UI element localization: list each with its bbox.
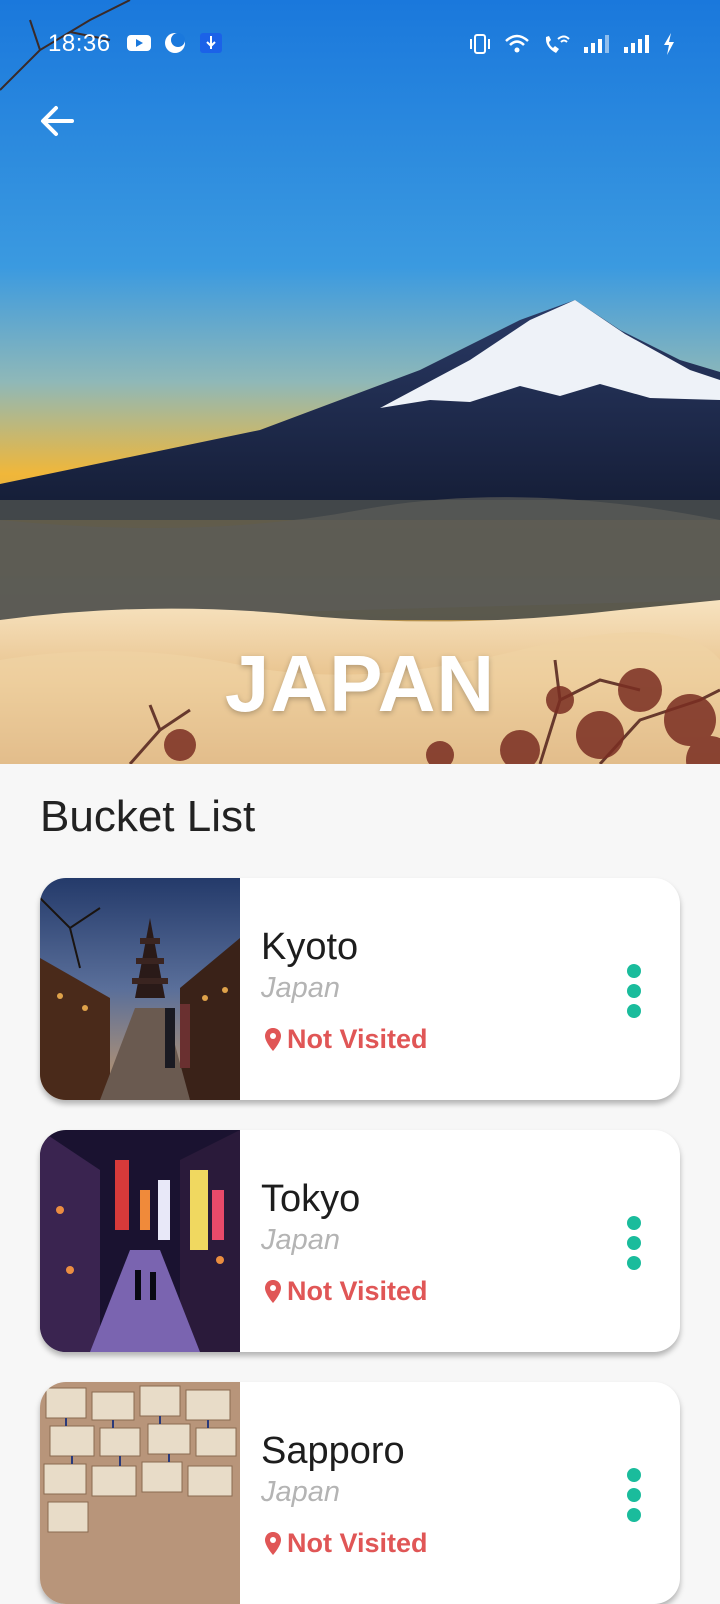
bucket-list-card[interactable]: Sapporo Japan Not Visited [40, 1382, 680, 1604]
charging-icon [664, 33, 674, 55]
card-status: Not Visited [263, 1528, 428, 1559]
usb-icon [200, 33, 222, 53]
more-options-button[interactable] [622, 1216, 646, 1270]
card-country: Japan [261, 972, 341, 1004]
more-options-button[interactable] [622, 1468, 646, 1522]
card-status: Not Visited [263, 1276, 428, 1307]
status-bar: 18:36 [0, 0, 720, 88]
status-right-icons [468, 32, 676, 56]
card-status: Not Visited [263, 1024, 428, 1055]
youtube-icon [127, 35, 151, 51]
signal-icon [624, 35, 649, 53]
card-city: Tokyo [261, 1178, 361, 1220]
status-time: 18:36 [48, 30, 111, 57]
location-pin-icon [265, 1531, 281, 1555]
bucket-list-card[interactable]: Tokyo Japan Not Visited [40, 1130, 680, 1352]
kyoto-photo [40, 878, 240, 1100]
more-options-button[interactable] [622, 964, 646, 1018]
card-city: Sapporo [261, 1430, 405, 1472]
card-country: Japan [261, 1476, 341, 1508]
sapporo-photo [40, 1382, 240, 1604]
arrow-left-icon [41, 106, 74, 136]
vibrate-icon [470, 34, 490, 54]
hero-banner: 18:36 JAPAN [0, 0, 720, 764]
section-title: Bucket List [40, 792, 256, 841]
card-status-label: Not Visited [287, 1276, 428, 1306]
card-status-label: Not Visited [287, 1024, 428, 1054]
back-button[interactable] [34, 98, 80, 144]
signal-icon [584, 35, 609, 53]
card-city: Kyoto [261, 926, 359, 968]
bucket-list-card[interactable]: Kyoto Japan Not Visited [40, 878, 680, 1100]
location-pin-icon [265, 1279, 281, 1303]
status-left-icons [126, 32, 224, 54]
card-country: Japan [261, 1224, 341, 1256]
wifi-icon [505, 34, 529, 53]
card-status-label: Not Visited [287, 1528, 428, 1558]
page-title: JAPAN [224, 639, 496, 728]
moon-icon [165, 33, 185, 53]
tokyo-photo [40, 1130, 240, 1352]
wifi-call-icon [545, 35, 570, 53]
location-pin-icon [265, 1027, 281, 1051]
